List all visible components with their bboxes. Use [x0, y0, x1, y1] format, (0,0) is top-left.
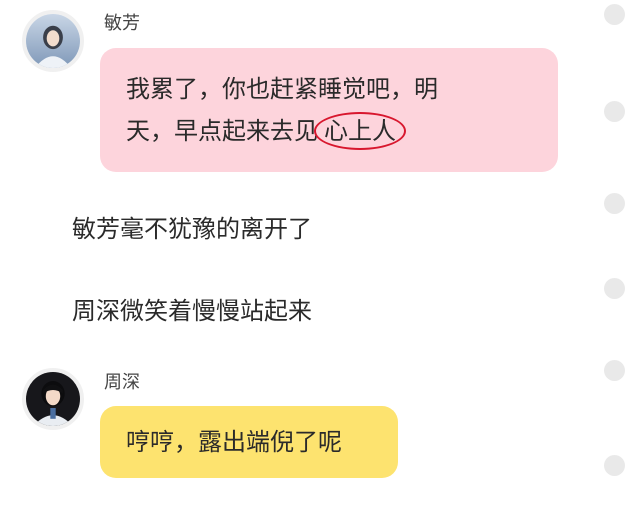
- select-dot-icon[interactable]: [604, 101, 625, 122]
- message-text: 天，早点起来去见: [126, 117, 318, 145]
- select-dot-icon[interactable]: [604, 455, 625, 476]
- message-text: 哼哼，露出端倪了呢: [126, 428, 342, 456]
- avatar-minfang-icon[interactable]: [22, 10, 84, 72]
- select-dot-icon[interactable]: [604, 360, 625, 381]
- select-dot-icon[interactable]: [604, 4, 625, 25]
- avatar-zhoushen-image: [26, 372, 80, 426]
- red-circle-annotation: 心上人: [314, 112, 406, 150]
- narration-text: 周深微笑着慢慢站起来: [72, 297, 312, 325]
- speaker-name: 敏芳: [104, 13, 140, 34]
- avatar-zhoushen-icon[interactable]: [22, 368, 84, 430]
- select-dot-icon[interactable]: [604, 278, 625, 299]
- message-line-with-highlight: 天，早点起来去见 心上人: [126, 110, 532, 152]
- avatar-minfang-image: [26, 14, 80, 68]
- message-line: 我累了，你也赶紧睡觉吧，明: [126, 75, 438, 103]
- select-dot-icon[interactable]: [604, 193, 625, 214]
- speaker-name: 周深: [104, 372, 140, 393]
- message-bubble[interactable]: 我累了，你也赶紧睡觉吧，明 天，早点起来去见 心上人: [100, 48, 558, 172]
- message-bubble[interactable]: 哼哼，露出端倪了呢: [100, 406, 398, 478]
- narration-text: 敏芳毫不犹豫的离开了: [72, 215, 312, 243]
